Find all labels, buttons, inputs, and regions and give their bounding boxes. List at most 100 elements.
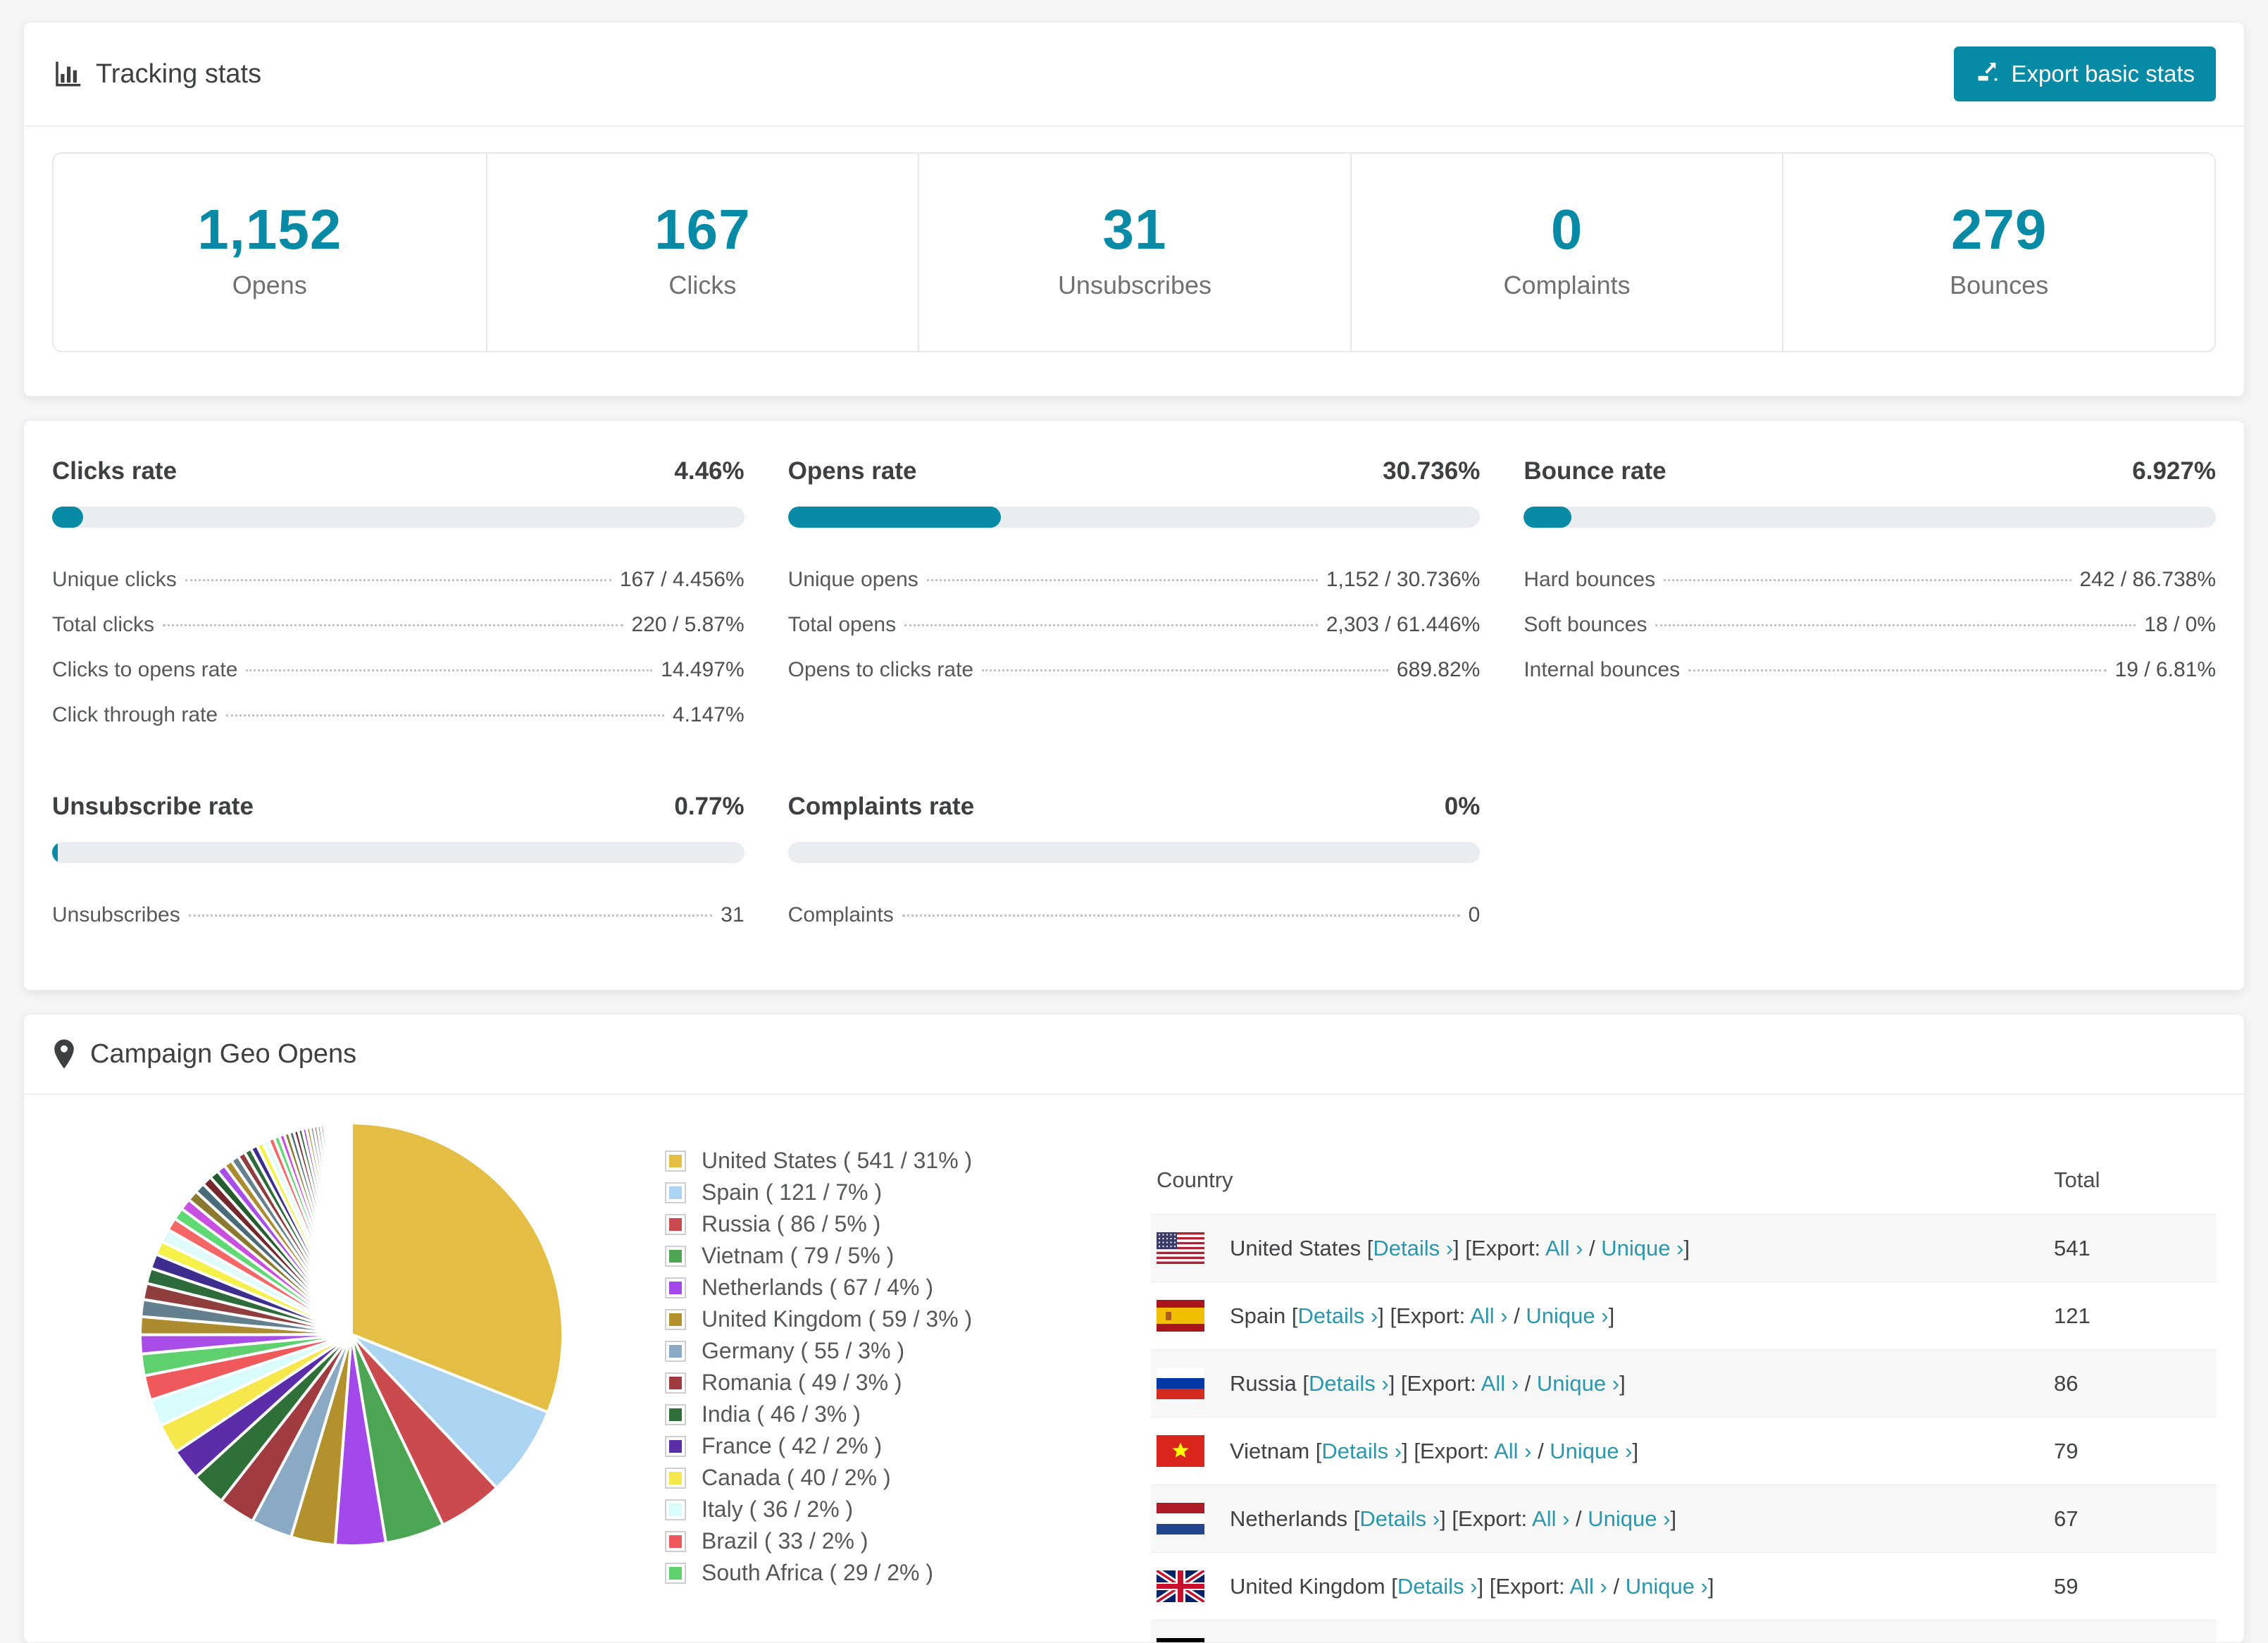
details-link-vn[interactable]: Details › bbox=[1321, 1439, 1402, 1463]
details-link-us[interactable]: Details › bbox=[1373, 1236, 1453, 1260]
ru-flag-icon bbox=[1157, 1368, 1204, 1399]
legend-item-united-states: United States ( 541 / 31% ) bbox=[665, 1145, 1059, 1177]
rate-progress-bar bbox=[787, 842, 1481, 863]
export-unique-link-de[interactable]: Unique › bbox=[1560, 1642, 1643, 1643]
export-unique-link-ru[interactable]: Unique › bbox=[1537, 1371, 1619, 1396]
rate-detail-value: 220 / 5.87% bbox=[631, 613, 744, 636]
rate-detail-value: 19 / 6.81% bbox=[2114, 658, 2216, 681]
legend-label: United States ( 541 / 31% ) bbox=[702, 1148, 973, 1173]
country-name: Netherlands bbox=[1230, 1506, 1348, 1531]
legend-label: Romania ( 49 / 3% ) bbox=[702, 1370, 902, 1395]
details-link-de[interactable]: Details › bbox=[1332, 1642, 1412, 1643]
stat-label: Bounces bbox=[1950, 271, 2049, 299]
bracket: ] bbox=[1707, 1573, 1714, 1599]
bracket: ] bbox=[1643, 1642, 1649, 1643]
legend-item-germany: Germany ( 55 / 3% ) bbox=[665, 1335, 1059, 1367]
vn-flag-icon bbox=[1157, 1435, 1204, 1467]
stat-cell-clicks: 167 Clicks bbox=[485, 154, 918, 351]
total-value: 86 bbox=[2054, 1370, 2079, 1396]
geo-table-row-nl: Netherlands [Details ›] [Export: All › /… bbox=[1151, 1484, 2216, 1553]
bracket: [ bbox=[1296, 1370, 1309, 1396]
rate-value: 6.927% bbox=[2132, 457, 2216, 485]
export-all-link-us[interactable]: All › bbox=[1545, 1236, 1583, 1260]
stat-cell-bounces: 279 Bounces bbox=[1782, 154, 2214, 351]
export-unique-link-nl[interactable]: Unique › bbox=[1588, 1506, 1670, 1531]
legend-label: Brazil ( 33 / 2% ) bbox=[702, 1528, 868, 1554]
export-all-link-vn[interactable]: All › bbox=[1494, 1439, 1531, 1463]
tracking-stats-header: Tracking stats Export basic stats bbox=[24, 23, 2244, 127]
export-basic-stats-button[interactable]: Export basic stats bbox=[1953, 46, 2216, 101]
legend-item-france: France ( 42 / 2% ) bbox=[665, 1430, 1059, 1462]
export-icon bbox=[1975, 58, 2000, 89]
rate-detail-value: 689.82% bbox=[1396, 658, 1481, 681]
export-unique-link-us[interactable]: Unique › bbox=[1601, 1236, 1683, 1260]
export-all-link-es[interactable]: All › bbox=[1470, 1303, 1507, 1328]
rate-detail-label: Soft bounces bbox=[1524, 613, 1647, 636]
nl-flag-icon bbox=[1157, 1503, 1204, 1534]
bracket: ] [ bbox=[1388, 1370, 1407, 1396]
export-prefix: Export: bbox=[1419, 1438, 1495, 1463]
slash-separator: / bbox=[1607, 1573, 1626, 1599]
us-flag-icon bbox=[1157, 1232, 1204, 1264]
legend-swatch bbox=[665, 1562, 686, 1584]
details-link-es[interactable]: Details › bbox=[1298, 1303, 1378, 1328]
rate-detail-row: Clicks to opens rate 14.497% bbox=[52, 647, 744, 693]
details-link-gb[interactable]: Details › bbox=[1397, 1574, 1478, 1599]
details-link-ru[interactable]: Details › bbox=[1309, 1371, 1389, 1396]
rate-block-opens-rate: Opens rate 30.736% Unique opens 1,152 / 30.… bbox=[787, 457, 1481, 738]
legend-item-brazil: Brazil ( 33 / 2% ) bbox=[665, 1525, 1059, 1557]
rate-detail-label: Click through rate bbox=[52, 703, 218, 726]
country-name: United States bbox=[1230, 1235, 1362, 1260]
legend-label: India ( 46 / 3% ) bbox=[702, 1401, 861, 1427]
map-pin-icon bbox=[52, 1038, 76, 1070]
legend-swatch bbox=[665, 1308, 686, 1330]
dotted-leader bbox=[902, 914, 1460, 917]
dotted-leader bbox=[1655, 624, 2136, 626]
geo-header: Campaign Geo Opens bbox=[24, 1015, 2244, 1095]
campaign-geo-opens-card: Campaign Geo Opens United States ( 541 /… bbox=[23, 1014, 2245, 1643]
export-prefix: Export: bbox=[1430, 1642, 1504, 1643]
bracket: [ bbox=[1361, 1235, 1373, 1260]
pie-slice bbox=[348, 1122, 353, 1336]
stat-value: 0 bbox=[1550, 198, 1583, 261]
geo-table-row-vn: Vietnam [Details ›] [Export: All › / Uni… bbox=[1151, 1417, 2216, 1485]
dotted-leader bbox=[246, 669, 653, 671]
export-all-link-nl[interactable]: All › bbox=[1532, 1506, 1569, 1531]
stat-label: Opens bbox=[232, 271, 307, 299]
dotted-leader bbox=[1664, 579, 2071, 581]
geo-table-header-row: Country Total bbox=[1151, 1155, 2216, 1215]
dotted-leader bbox=[185, 579, 611, 581]
export-all-link-gb[interactable]: All › bbox=[1569, 1574, 1607, 1599]
bracket: [ bbox=[1309, 1438, 1322, 1463]
stat-value: 167 bbox=[654, 198, 751, 261]
legend-label: Canada ( 40 / 2% ) bbox=[702, 1465, 891, 1490]
bracket: ] bbox=[1619, 1370, 1626, 1396]
export-unique-link-gb[interactable]: Unique › bbox=[1626, 1574, 1708, 1599]
total-value: 55 bbox=[2048, 1620, 2216, 1643]
export-all-link-ru[interactable]: All › bbox=[1481, 1371, 1519, 1396]
export-all-link-de[interactable]: All › bbox=[1504, 1642, 1541, 1643]
summary-stats-row: 1,152 Opens 167 Clicks 31 Unsubscribes 0 Compla… bbox=[52, 152, 2216, 352]
total-value: 67 bbox=[2054, 1506, 2079, 1531]
details-link-nl[interactable]: Details › bbox=[1359, 1506, 1440, 1531]
legend-item-italy: Italy ( 36 / 2% ) bbox=[665, 1494, 1059, 1525]
geo-title-wrap: Campaign Geo Opens bbox=[52, 1038, 356, 1070]
rate-block-bounce-rate: Bounce rate 6.927% Hard bounces 242 / 86.73… bbox=[1524, 457, 2216, 738]
rate-detail-row: Unsubscribes 31 bbox=[52, 893, 744, 938]
dotted-leader bbox=[926, 579, 1318, 581]
export-unique-link-vn[interactable]: Unique › bbox=[1550, 1439, 1632, 1463]
geo-body: United States ( 541 / 31% ) Spain ( 121 /… bbox=[24, 1095, 2244, 1642]
rate-detail-label: Complaints bbox=[787, 903, 894, 926]
export-unique-link-es[interactable]: Unique › bbox=[1526, 1303, 1608, 1328]
rate-detail-row: Soft bounces 18 / 0% bbox=[1524, 602, 2216, 647]
rate-detail-row: Complaints 0 bbox=[788, 893, 1481, 938]
legend-swatch bbox=[665, 1499, 686, 1520]
slash-separator: / bbox=[1519, 1370, 1537, 1396]
rates-card: Clicks rate 4.46% Unique clicks 167 / 4.456… bbox=[23, 420, 2245, 991]
bracket: [ bbox=[1347, 1506, 1360, 1531]
bracket: ] [ bbox=[1440, 1506, 1458, 1531]
bracket: ] [ bbox=[1402, 1438, 1420, 1463]
export-prefix: Export: bbox=[1457, 1506, 1533, 1531]
rate-progress-bar bbox=[52, 507, 744, 528]
geo-table-wrap: Country Total United States [Details ›] [E… bbox=[1151, 1155, 2216, 1642]
